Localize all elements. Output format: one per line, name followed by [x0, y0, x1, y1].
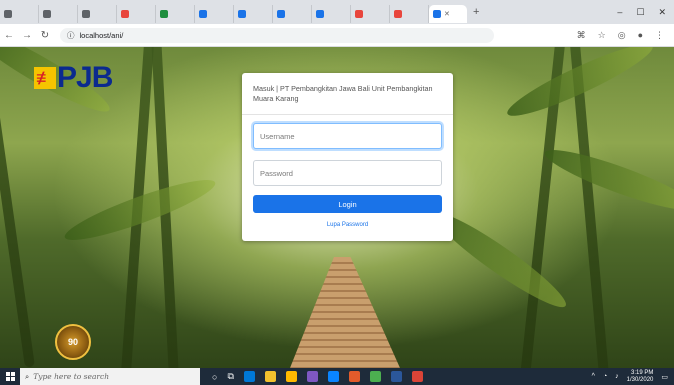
info-icon[interactable]: ⓘ — [67, 30, 75, 41]
menu-icon[interactable]: ⋮ — [655, 30, 664, 41]
logo-text: PJB — [57, 61, 113, 94]
login-card: Masuk | PT Pembangkitan Jawa Bali Unit P… — [242, 73, 453, 241]
close-icon[interactable]: ✕ — [444, 10, 450, 18]
tab-favicon — [277, 10, 285, 18]
pinned-app-icon[interactable] — [243, 371, 255, 382]
clock-date: 1/30/2020 — [626, 376, 654, 383]
address-bar-row: ← → ↻ ⓘ localhost/ani/ ⌘ ☆ ◎ ● ⋮ — [0, 24, 674, 47]
clock[interactable]: 3:19 PM 1/30/2020 — [627, 370, 654, 384]
search-placeholder: Type here to search — [33, 372, 110, 381]
extension-icon[interactable]: ◎ — [618, 30, 626, 41]
pinned-app-icon[interactable] — [411, 371, 423, 382]
clock-time: 3:19 PM — [631, 369, 654, 376]
translate-icon[interactable]: ⌘ — [577, 30, 586, 41]
pinned-app-icon[interactable] — [327, 371, 339, 382]
pinned-app-icon[interactable] — [285, 371, 297, 382]
taskbar-search-box[interactable]: ⌕ Type here to search — [20, 368, 200, 385]
company-logo: ≢ PJB — [34, 61, 113, 95]
window-controls: – ☐ ✕ — [617, 7, 674, 18]
palm-trunk — [0, 47, 35, 368]
new-tab-button[interactable]: + — [467, 6, 485, 18]
browser-tab[interactable] — [39, 5, 78, 23]
system-tray: ^ ◔ ♪ 3:19 PM 1/30/2020 ▭ — [592, 370, 674, 384]
forward-icon[interactable]: → — [18, 30, 36, 41]
pinned-app-icon[interactable] — [369, 371, 381, 382]
login-title: Masuk | PT Pembangkitan Jawa Bali Unit P… — [253, 84, 433, 103]
pinned-app-icon[interactable] — [348, 371, 360, 382]
url-bar[interactable]: ⓘ localhost/ani/ — [60, 27, 494, 43]
tab-favicon — [355, 10, 363, 18]
browser-tab-bar: ✕ + – ☐ ✕ — [0, 0, 674, 24]
badge-label: 90 — [67, 337, 78, 347]
login-page-background: ≢ PJB Masuk | PT Pembangkitan Jawa Bali … — [0, 47, 674, 368]
browser-tab[interactable] — [0, 5, 39, 23]
notification-icon[interactable]: ▭ — [661, 373, 668, 381]
bookmark-star-icon[interactable]: ☆ — [598, 30, 606, 41]
login-button[interactable]: Login — [253, 195, 442, 213]
browser-tab[interactable] — [195, 5, 234, 23]
lightning-icon: ≢ — [34, 67, 56, 89]
browser-tab[interactable] — [312, 5, 351, 23]
toolbar-icons: ⌘ ☆ ◎ ● ⋮ — [577, 30, 674, 41]
tab-favicon — [316, 10, 324, 18]
browser-tab[interactable] — [273, 5, 312, 23]
tab-favicon — [121, 10, 129, 18]
browser-tab[interactable] — [156, 5, 195, 23]
app-badge-icon[interactable]: 90 — [55, 324, 91, 360]
back-icon[interactable]: ← — [0, 30, 18, 41]
minimize-icon[interactable]: – — [617, 7, 622, 18]
url-text[interactable]: localhost/ani/ — [80, 31, 124, 40]
divider — [242, 114, 453, 115]
task-view-icon[interactable]: ⧉ — [227, 371, 233, 382]
start-button[interactable] — [0, 368, 20, 385]
browser-tab[interactable] — [390, 5, 429, 23]
pinned-app-icon[interactable] — [264, 371, 276, 382]
tab-favicon — [82, 10, 90, 18]
browser-tab[interactable] — [234, 5, 273, 23]
network-icon[interactable]: ◔ — [603, 373, 607, 380]
cortana-icon[interactable]: ○ — [212, 372, 217, 382]
search-icon: ⌕ — [25, 371, 30, 381]
tab-favicon — [394, 10, 402, 18]
pinned-app-icon[interactable] — [306, 371, 318, 382]
tab-favicon — [199, 10, 207, 18]
tray-arrow-icon[interactable]: ^ — [592, 373, 595, 380]
forgot-password-link[interactable]: Lupa Password — [242, 222, 453, 228]
profile-icon[interactable]: ● — [638, 30, 643, 41]
volume-icon[interactable]: ♪ — [615, 373, 619, 380]
windows-taskbar: ⌕ Type here to search ○ ⧉ ^ ◔ ♪ 3:19 PM … — [0, 368, 674, 385]
browser-tab[interactable] — [78, 5, 117, 23]
tab-favicon — [160, 10, 168, 18]
browser-tab[interactable] — [117, 5, 156, 23]
reload-icon[interactable]: ↻ — [36, 30, 54, 41]
tab-favicon — [4, 10, 12, 18]
tab-favicon — [433, 10, 441, 18]
pinned-apps: ○ ⧉ — [212, 371, 423, 382]
tab-strip — [0, 1, 429, 23]
tab-favicon — [43, 10, 51, 18]
tab-favicon — [238, 10, 246, 18]
browser-tab[interactable] — [351, 5, 390, 23]
pinned-app-icon[interactable] — [390, 371, 402, 382]
windows-logo-icon — [5, 372, 15, 381]
tab-active[interactable]: ✕ — [429, 5, 467, 23]
boardwalk-path — [290, 257, 400, 368]
username-input[interactable] — [253, 123, 442, 149]
palm-leaf — [540, 140, 674, 220]
password-input[interactable] — [253, 160, 442, 186]
maximize-icon[interactable]: ☐ — [636, 7, 644, 18]
window-close-icon[interactable]: ✕ — [658, 7, 666, 18]
